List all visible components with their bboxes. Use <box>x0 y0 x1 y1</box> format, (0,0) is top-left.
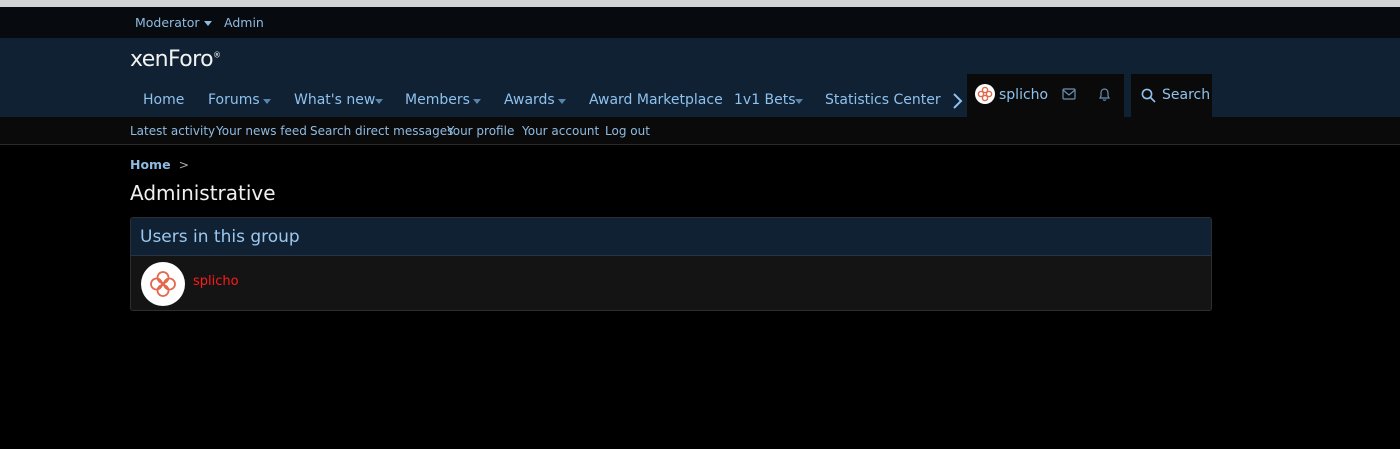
subnav-search-direct-messages[interactable]: Search direct messages <box>310 117 453 145</box>
subnav-log-out[interactable]: Log out <box>605 117 650 145</box>
forums-dropdown-icon[interactable] <box>263 99 271 104</box>
admin-link[interactable]: Admin <box>224 7 264 38</box>
search-label: Search <box>1162 87 1211 103</box>
account-username[interactable]: splicho <box>999 74 1048 117</box>
block-header: Users in this group <box>131 218 1211 256</box>
envelope-icon[interactable] <box>1062 88 1076 100</box>
nav-statistics-center[interactable]: Statistics Center <box>825 84 941 117</box>
moderator-menu[interactable]: Moderator <box>135 7 212 38</box>
page-title: Administrative <box>130 181 276 205</box>
nav-award-marketplace[interactable]: Award Marketplace <box>589 84 723 117</box>
caret-down-icon <box>203 21 212 26</box>
block-title: Users in this group <box>140 227 300 247</box>
breadcrumb: Home > <box>130 157 189 172</box>
member-username[interactable]: splicho <box>193 274 239 289</box>
subnav-your-profile[interactable]: Your profile <box>447 117 514 145</box>
staff-bar: Moderator Admin <box>0 7 1400 38</box>
bets-dropdown-icon[interactable] <box>795 99 803 104</box>
nav-1v1-bets[interactable]: 1v1 Bets <box>734 84 796 117</box>
subnav-latest-activity[interactable]: Latest activity <box>130 117 215 145</box>
logo-mark: ® <box>212 50 221 60</box>
search-button[interactable]: Search <box>1131 74 1212 117</box>
breadcrumb-home[interactable]: Home <box>130 157 171 172</box>
whats-new-dropdown-icon[interactable] <box>375 99 383 104</box>
chevron-right-icon[interactable] <box>951 92 965 110</box>
site-header: xenForo® Home Forums What's new Members … <box>0 38 1400 117</box>
nav-forums[interactable]: Forums <box>208 84 260 117</box>
subnav-news-feed[interactable]: Your news feed <box>216 117 307 145</box>
awards-dropdown-icon[interactable] <box>558 99 566 104</box>
browser-top-strip <box>0 0 1400 7</box>
avatar-emblem-icon <box>150 271 176 297</box>
members-dropdown-icon[interactable] <box>473 99 481 104</box>
account-block: splicho <box>967 74 1124 117</box>
nav-whats-new[interactable]: What's new <box>294 84 375 117</box>
avatar-emblem-icon <box>977 86 993 102</box>
bell-icon[interactable] <box>1098 87 1111 102</box>
moderator-label: Moderator <box>135 15 200 30</box>
nav-home[interactable]: Home <box>143 84 184 117</box>
search-icon <box>1141 88 1156 103</box>
member-avatar[interactable] <box>141 262 185 306</box>
breadcrumb-separator: > <box>178 157 190 172</box>
sub-nav: Latest activity Your news feed Search di… <box>0 117 1400 145</box>
users-group-block: Users in this group splicho <box>130 217 1212 311</box>
site-logo[interactable]: xenForo® <box>130 47 221 72</box>
logo-text: xenForo <box>130 47 214 72</box>
nav-awards[interactable]: Awards <box>504 84 555 117</box>
subnav-your-account[interactable]: Your account <box>522 117 599 145</box>
user-avatar[interactable] <box>975 84 995 104</box>
nav-members[interactable]: Members <box>405 84 470 117</box>
